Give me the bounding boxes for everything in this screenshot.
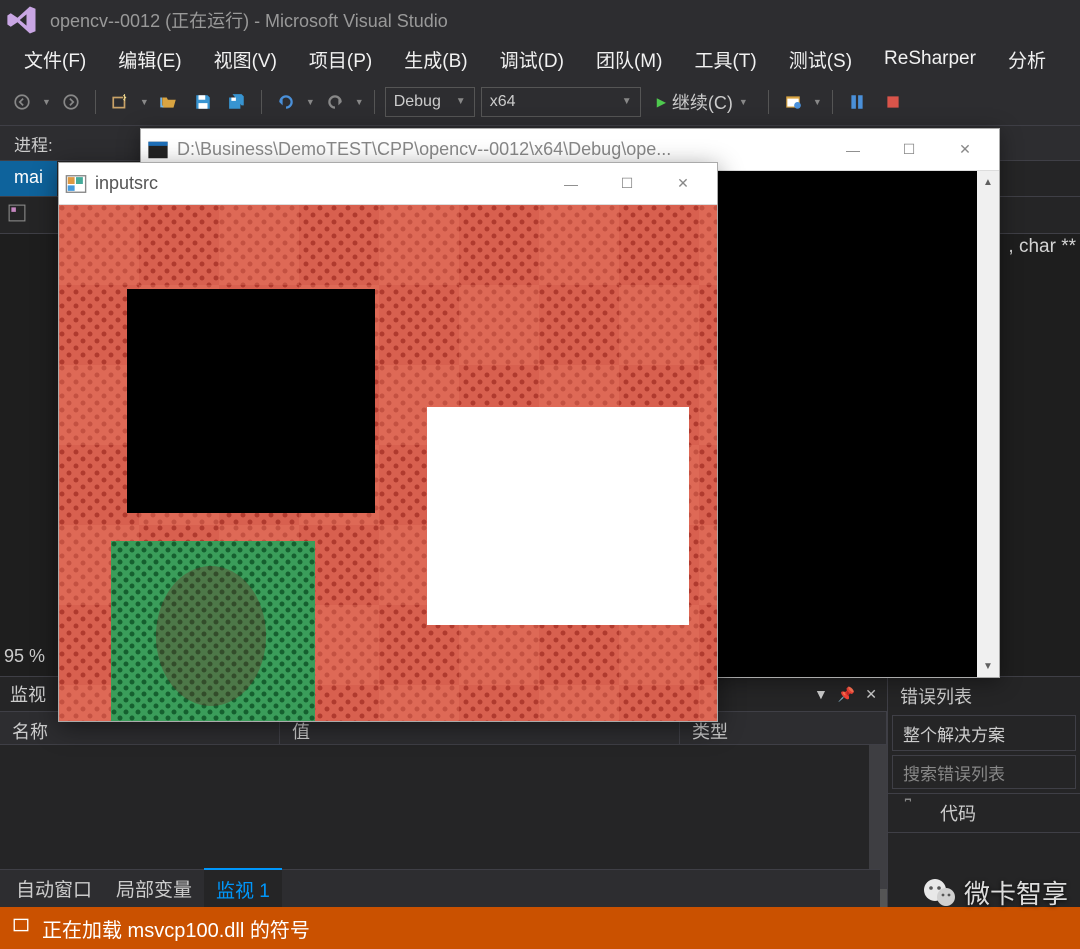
scroll-down-icon[interactable]: ▼ [977,655,999,677]
toolbar-separator [374,90,375,114]
toolbar-separator [261,90,262,114]
pin-icon[interactable]: 📌 [838,686,855,703]
black-rectangle [127,289,375,513]
main-toolbar: ▼ ▼ ▼ ▼ Debug ▼ x64 ▼ ▶ 继续(C) ▼ ▼ [0,78,1080,126]
image-window[interactable]: inputsrc — ☐ ✕ [58,162,718,722]
console-app-icon [147,139,169,161]
pause-icon[interactable] [843,88,871,116]
console-scrollbar[interactable]: ▲ ▼ [977,171,999,677]
status-text: 正在加载 msvcp100.dll 的符号 [42,914,310,943]
minimize-button[interactable]: — [543,163,599,205]
menu-test[interactable]: 测试(S) [773,40,868,79]
menu-project[interactable]: 项目(P) [293,40,388,79]
continue-label: 继续(C) [672,89,733,115]
error-search-input[interactable]: 搜索错误列表 [892,755,1076,789]
window-title-bar: opencv--0012 (正在运行) - Microsoft Visual S… [0,0,1080,40]
save-icon[interactable] [189,88,217,116]
config-selector[interactable]: Debug ▼ [385,87,475,117]
menu-view[interactable]: 视图(V) [198,40,293,79]
menu-tools[interactable]: 工具(T) [678,40,772,79]
error-scope-value: 整个解决方案 [903,721,1005,746]
open-file-icon[interactable] [155,88,183,116]
error-search-placeholder: 搜索错误列表 [903,760,1005,785]
image-titlebar[interactable]: inputsrc — ☐ ✕ [59,163,717,205]
status-bar: 正在加载 msvcp100.dll 的符号 [0,907,1080,949]
white-rectangle [427,407,689,625]
menu-build[interactable]: 生成(B) [388,40,483,79]
watch-title: 监视 [10,681,46,707]
vs-logo-icon [4,2,40,38]
tab-main[interactable]: mai [0,161,57,196]
platform-value: x64 [490,93,516,111]
tab-watch-1[interactable]: 监视 1 [204,868,282,909]
console-title: D:\Business\DemoTEST\CPP\opencv--0012\x6… [177,139,825,160]
chevron-down-icon: ▼ [739,97,748,107]
status-icon [12,916,30,940]
window-title: opencv--0012 (正在运行) - Microsoft Visual S… [50,7,448,33]
redo-icon[interactable] [321,88,349,116]
chevron-down-icon[interactable]: ▼ [306,97,315,107]
scope-icon[interactable] [8,204,26,227]
platform-selector[interactable]: x64 ▼ [481,87,641,117]
tab-locals[interactable]: 局部变量 [104,869,204,908]
stop-icon[interactable] [879,88,907,116]
error-columns: ⎴ 代码 [888,793,1080,833]
toolbar-separator [768,90,769,114]
dropdown-icon[interactable]: ▼ [814,686,828,702]
chevron-down-icon[interactable]: ▼ [42,97,51,107]
undo-icon[interactable] [272,88,300,116]
error-list-title: 错误列表 [888,677,1080,711]
chevron-down-icon: ▼ [622,96,632,107]
image-app-icon [65,173,87,195]
zoom-percent[interactable]: 95 % [4,646,45,667]
code-fragment: , char ** [1008,236,1076,258]
wechat-icon [922,875,958,911]
process-label: 进程: [14,131,53,156]
chevron-down-icon[interactable]: ▼ [813,97,822,107]
menu-edit[interactable]: 编辑(E) [102,40,197,79]
close-button[interactable]: ✕ [655,163,711,205]
play-icon: ▶ [657,95,666,109]
maximize-button[interactable]: ☐ [599,163,655,205]
menu-bar: 文件(F) 编辑(E) 视图(V) 项目(P) 生成(B) 调试(D) 团队(M… [0,40,1080,78]
chevron-down-icon: ▼ [456,96,466,107]
tab-autos[interactable]: 自动窗口 [4,869,104,908]
minimize-button[interactable]: — [825,129,881,171]
scroll-up-icon[interactable]: ▲ [977,171,999,193]
save-all-icon[interactable] [223,88,251,116]
error-list-panel: 错误列表 整个解决方案 搜索错误列表 ⎴ 代码 [888,677,1080,907]
menu-resharper[interactable]: ReSharper [868,42,992,76]
toolbar-separator [95,90,96,114]
green-rectangle [111,541,315,721]
image-title: inputsrc [95,173,543,194]
col-icon[interactable]: ⎴ [888,794,928,832]
menu-analyze[interactable]: 分析 [992,40,1062,79]
maximize-button[interactable]: ☐ [881,129,937,171]
watermark: 微卡智享 [922,874,1068,911]
col-code[interactable]: 代码 [928,794,1080,832]
toolbar-separator [832,90,833,114]
error-scope-selector[interactable]: 整个解决方案 [892,715,1076,751]
browser-link-icon[interactable] [779,88,807,116]
close-button[interactable]: ✕ [937,129,993,171]
bottom-tab-bar: 自动窗口 局部变量 监视 1 [0,869,880,907]
config-value: Debug [394,93,441,111]
image-canvas [59,205,717,721]
chevron-down-icon[interactable]: ▼ [140,97,149,107]
new-project-icon[interactable] [106,88,134,116]
menu-file[interactable]: 文件(F) [8,40,102,79]
watermark-text: 微卡智享 [964,874,1068,911]
close-icon[interactable]: ✕ [865,686,877,703]
chevron-down-icon[interactable]: ▼ [355,97,364,107]
nav-back-icon[interactable] [8,88,36,116]
menu-team[interactable]: 团队(M) [580,40,678,79]
menu-debug[interactable]: 调试(D) [484,40,580,79]
nav-forward-icon[interactable] [57,88,85,116]
continue-button[interactable]: ▶ 继续(C) ▼ [647,89,758,115]
